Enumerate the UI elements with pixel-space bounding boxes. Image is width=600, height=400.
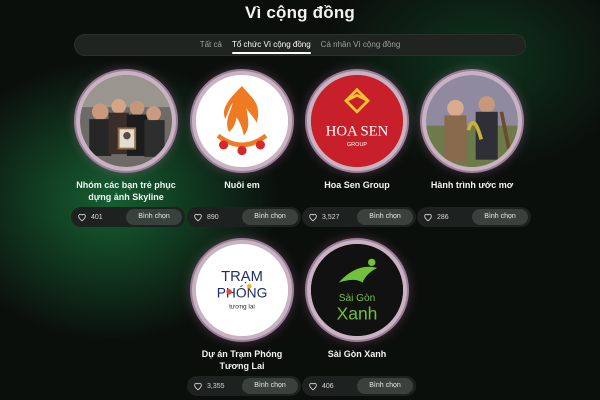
- card-name: Nhóm các bạn trẻ phục dựng ảnh Skyline: [76, 180, 176, 202]
- card-avatar[interactable]: [192, 71, 292, 171]
- card-actions: 401 Bình chọn: [71, 207, 185, 227]
- tab-organizations[interactable]: Tổ chức Vì cộng đồng: [231, 34, 311, 56]
- like-count: 3,527: [322, 213, 340, 221]
- vote-button[interactable]: Bình chọn: [242, 378, 298, 394]
- card-avatar[interactable]: [76, 71, 176, 171]
- card-actions: 286 Bình chọn: [417, 207, 531, 227]
- heart-icon: [309, 213, 317, 222]
- card-actions: 890 Bình chọn: [187, 207, 301, 227]
- tab-all[interactable]: Tất cả: [200, 34, 222, 56]
- vote-button[interactable]: Bình chọn: [126, 209, 182, 225]
- like-button[interactable]: 3,527: [308, 212, 340, 222]
- vote-button[interactable]: Bình chọn: [357, 209, 413, 225]
- card-avatar[interactable]: [422, 71, 522, 171]
- like-button[interactable]: 286: [423, 212, 449, 222]
- card-name: Hoa Sen Group: [324, 180, 390, 190]
- group-photo-image: [80, 75, 172, 167]
- like-button[interactable]: 406: [308, 381, 334, 391]
- card-actions: 406 Bình chọn: [302, 376, 416, 396]
- page-title: Vì cộng đồng: [244, 3, 356, 22]
- card-skyline: Nhóm các bạn trẻ phục dựng ảnh Skyline 4…: [71, 71, 185, 227]
- tab-bar: Tất cả Tổ chức Vì cộng đồng Cá nhân Vì c…: [74, 34, 526, 56]
- card-avatar[interactable]: TRẠM PHÓNG tương lai: [192, 240, 292, 340]
- card-actions: 3,355 Bình chọn: [187, 376, 301, 396]
- card-sai-gon-xanh: Sài Gòn Xanh Sài Gòn Xanh 406 Bình chọn: [302, 240, 416, 396]
- like-count: 890: [207, 213, 219, 221]
- heart-icon: [194, 213, 202, 222]
- heart-icon: [424, 213, 432, 222]
- sgx-text-2: Xanh: [337, 303, 378, 323]
- card-avatar[interactable]: Sài Gòn Xanh: [307, 240, 407, 340]
- people-photo-image: [426, 75, 518, 167]
- vote-button[interactable]: Bình chọn: [242, 209, 298, 225]
- card-hoa-sen: HOA SEN GROUP Hoa Sen Group 3,527 Bình c…: [302, 71, 416, 227]
- like-count: 406: [322, 382, 334, 390]
- like-button[interactable]: 401: [77, 212, 103, 222]
- like-button[interactable]: 890: [193, 212, 219, 222]
- like-count: 401: [91, 213, 103, 221]
- tram-text-1: TRẠM: [221, 269, 263, 285]
- hoa-sen-text: HOA SEN: [326, 124, 389, 140]
- hoa-sen-subtext: GROUP: [347, 142, 368, 148]
- card-tram-phong: TRẠM PHÓNG tương lai Dự án Trạm Phóng Tư…: [187, 240, 301, 396]
- tram-text-3: tương lai: [229, 303, 255, 310]
- tab-individuals[interactable]: Cá nhân Vì cộng đồng: [321, 34, 401, 56]
- card-hanh-trinh: Hành trình ước mơ 286 Bình chọn: [417, 71, 531, 227]
- card-name: Dự án Trạm Phóng Tương Lai: [201, 349, 283, 371]
- vote-button[interactable]: Bình chọn: [357, 378, 413, 394]
- like-count: 286: [437, 213, 449, 221]
- heart-icon: [194, 382, 202, 391]
- tram-phong-logo: TRẠM PHÓNG tương lai: [196, 244, 288, 336]
- sgx-text-1: Sài Gòn: [339, 293, 376, 304]
- like-button[interactable]: 3,355: [193, 381, 225, 391]
- card-name: Sài Gòn Xanh: [327, 349, 387, 359]
- card-nuoi-em: Nuôi em 890 Bình chọn: [187, 71, 301, 227]
- vote-button[interactable]: Bình chọn: [472, 209, 528, 225]
- nuoi-em-logo: [196, 75, 288, 167]
- sai-gon-xanh-logo: Sài Gòn Xanh: [311, 244, 403, 336]
- tram-text-2: PHÓNG: [217, 284, 268, 300]
- like-count: 3,355: [207, 382, 225, 390]
- card-name: Hành trình ước mơ: [430, 180, 514, 190]
- card-avatar[interactable]: HOA SEN GROUP: [307, 71, 407, 171]
- heart-icon: [309, 382, 317, 391]
- card-name: Nuôi em: [224, 180, 260, 190]
- heart-icon: [78, 213, 86, 222]
- card-actions: 3,527 Bình chọn: [302, 207, 416, 227]
- hoa-sen-logo: HOA SEN GROUP: [311, 75, 403, 167]
